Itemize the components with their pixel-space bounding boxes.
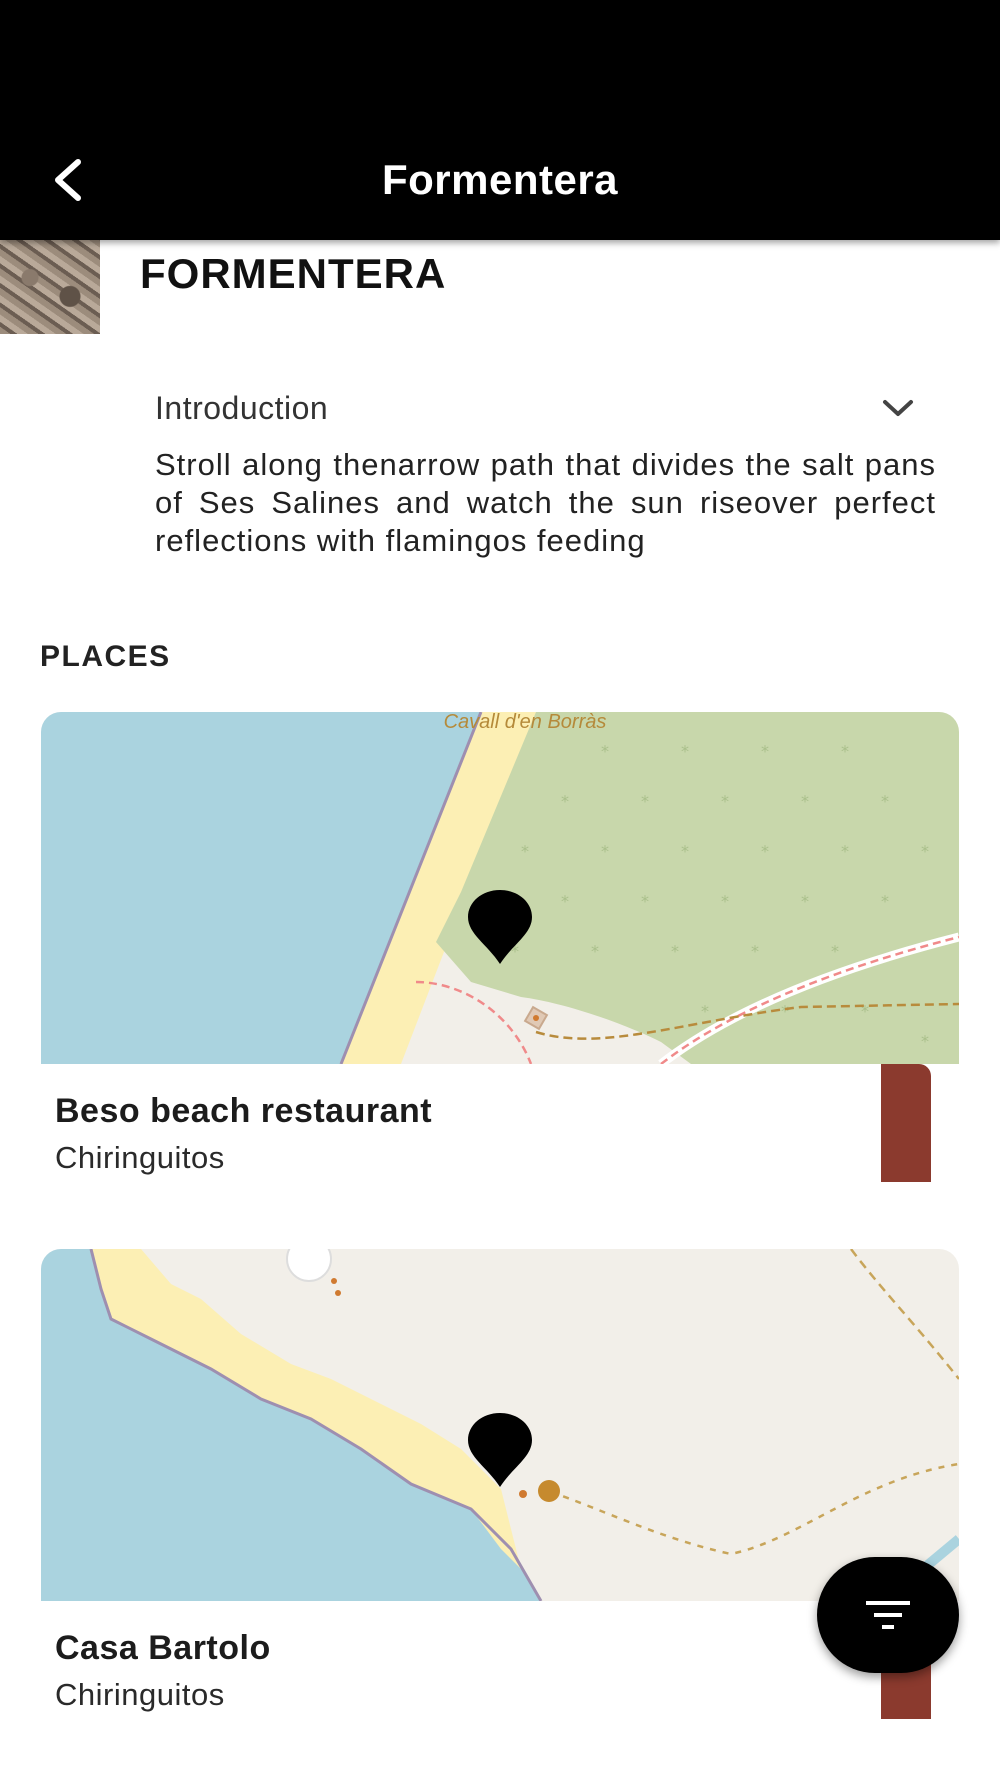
svg-text:⁎: ⁎ (801, 887, 809, 906)
place-map (41, 1249, 959, 1601)
place-heading: FORMENTERA (140, 250, 447, 297)
filter-icon (866, 1601, 910, 1629)
svg-text:⁎: ⁎ (881, 887, 889, 906)
status-bar (0, 0, 1000, 120)
filter-button[interactable] (817, 1557, 959, 1673)
svg-text:⁎: ⁎ (681, 737, 689, 756)
svg-text:⁎: ⁎ (831, 937, 839, 956)
svg-text:⁎: ⁎ (681, 837, 689, 856)
back-button[interactable] (32, 144, 104, 216)
chevron-left-icon (55, 159, 81, 201)
svg-text:⁎: ⁎ (801, 787, 809, 806)
svg-text:⁎: ⁎ (561, 887, 569, 906)
svg-text:⁎: ⁎ (881, 787, 889, 806)
page-title: Formentera (381, 156, 619, 203)
svg-text:⁎: ⁎ (591, 937, 599, 956)
svg-text:⁎: ⁎ (921, 837, 929, 856)
svg-text:⁎: ⁎ (751, 937, 759, 956)
svg-text:⁎: ⁎ (701, 997, 709, 1016)
svg-text:⁎: ⁎ (841, 837, 849, 856)
svg-text:⁎: ⁎ (641, 887, 649, 906)
category-color-tag (881, 1064, 931, 1182)
svg-text:⁎: ⁎ (721, 787, 729, 806)
place-card-info: Beso beach restaurant Chiringuitos (41, 1064, 959, 1182)
introduction-toggle[interactable]: Introduction (155, 380, 915, 436)
svg-text:⁎: ⁎ (521, 837, 529, 856)
svg-text:⁎: ⁎ (601, 737, 609, 756)
chevron-down-icon (883, 400, 913, 416)
place-title: Beso beach restaurant (55, 1092, 433, 1130)
place-card-casa-bartolo[interactable]: Casa Bartolo Chiringuitos (41, 1249, 959, 1719)
svg-text:⁎: ⁎ (721, 887, 729, 906)
svg-text:⁎: ⁎ (761, 837, 769, 856)
place-category: Chiringuitos (55, 1677, 225, 1712)
place-thumbnail (0, 240, 100, 334)
app-bar: Formentera (0, 120, 1000, 240)
svg-text:⁎: ⁎ (841, 737, 849, 756)
svg-text:⁎: ⁎ (761, 737, 769, 756)
introduction-text: Stroll along thenarrow path that divides… (155, 447, 936, 558)
place-map: ⁎ ⁎ ⁎ ⁎ ⁎ ⁎ ⁎ ⁎ ⁎ ⁎ ⁎ ⁎ ⁎ ⁎ ⁎ ⁎ ⁎ ⁎ ⁎ ⁎ ⁎ ⁎ ⁎ ⁎ ⁎ ⁎ ⁎ ⁎ ⁎⁎ Cava… (41, 712, 959, 1064)
place-card-beso-beach[interactable]: ⁎ ⁎ ⁎ ⁎ ⁎ ⁎ ⁎ ⁎ ⁎ ⁎ ⁎ ⁎ ⁎ ⁎ ⁎ ⁎ ⁎ ⁎ ⁎ ⁎ ⁎ ⁎ ⁎ ⁎ ⁎ ⁎ ⁎ ⁎ ⁎ ⁎ Cava… (41, 712, 959, 1182)
svg-text:⁎: ⁎ (641, 787, 649, 806)
svg-text:⁎: ⁎ (561, 787, 569, 806)
svg-text:⁎: ⁎ (671, 937, 679, 956)
places-section-label: PLACES (40, 640, 171, 673)
svg-text:⁎: ⁎ (921, 1027, 929, 1046)
place-title: Casa Bartolo (55, 1629, 271, 1667)
place-category: Chiringuitos (55, 1140, 225, 1175)
svg-text:⁎: ⁎ (601, 837, 609, 856)
map-place-label: Cavall d'en Borràs (444, 712, 607, 733)
introduction-label: Introduction (155, 389, 329, 426)
